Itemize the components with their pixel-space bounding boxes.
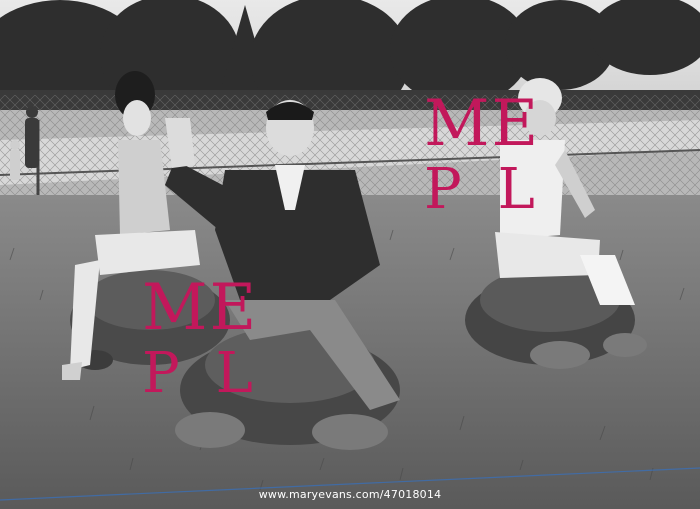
watermark-top-right: ME <box>424 87 541 161</box>
photograph: ME PL ME PL www.maryevans.com/47018014 <box>0 0 700 509</box>
photo-credit: www.maryevans.com/47018014 <box>258 488 442 501</box>
watermark-bottom-right: PL <box>424 157 571 222</box>
watermark-bottom-left: PL <box>142 341 289 406</box>
watermark-top-left: ME <box>142 271 259 345</box>
photo-scene <box>0 0 700 509</box>
